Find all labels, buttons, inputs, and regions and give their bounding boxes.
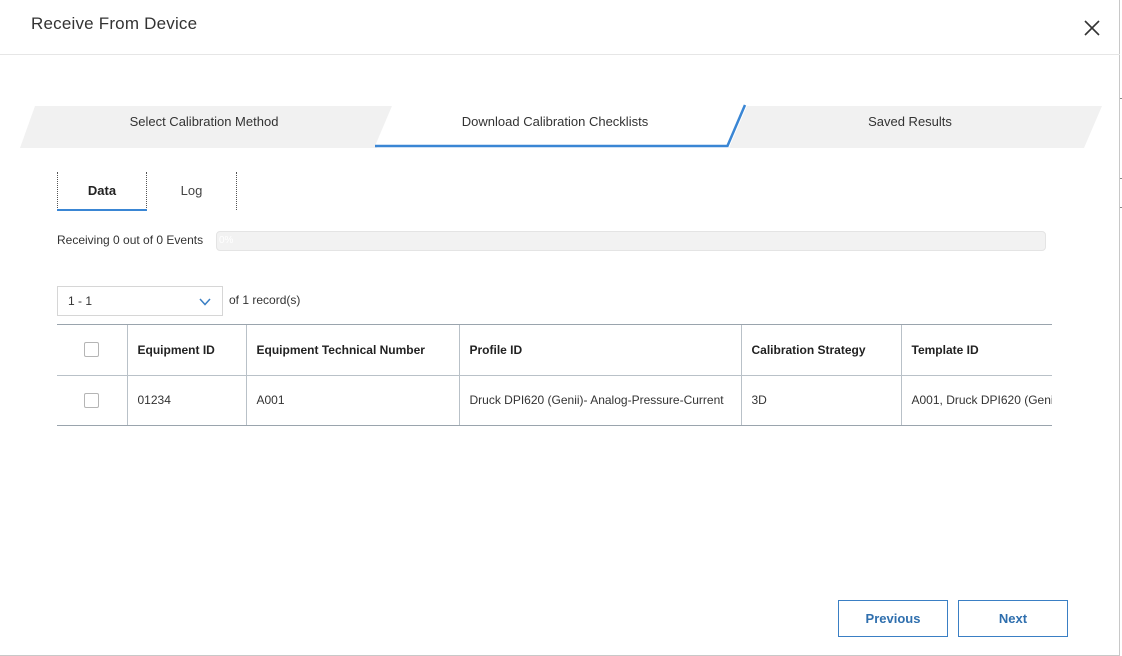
cell-template-id: A001, Druck DPI620 (Genii)- Analog-Press… (901, 375, 1052, 425)
step-select-calibration-method[interactable]: Select Calibration Method (40, 104, 368, 140)
column-header-template-id[interactable]: Template ID (901, 325, 1052, 376)
progress-bar: 0% (216, 231, 1046, 251)
table-row[interactable]: 01234 A001 Druck DPI620 (Genii)- Analog-… (57, 375, 1052, 425)
row-select-cell (57, 375, 128, 425)
cell-equipment-technical-number: A001 (246, 375, 460, 425)
dialog-header: Receive From Device (0, 0, 1120, 55)
column-header-equipment-technical-number[interactable]: Equipment Technical Number (246, 325, 460, 376)
checklist-table: Equipment ID Equipment Technical Number … (57, 325, 1052, 425)
progress-status-text: Receiving 0 out of 0 Events (57, 233, 204, 247)
row-select-checkbox[interactable] (84, 392, 100, 408)
column-header-calibration-strategy[interactable]: Calibration Strategy (741, 325, 902, 376)
record-count-text: of 1 record(s) (229, 293, 301, 307)
column-header-equipment-id[interactable]: Equipment ID (127, 325, 247, 376)
column-header-profile-id[interactable]: Profile ID (459, 325, 742, 376)
cell-profile-id: Druck DPI620 (Genii)- Analog-Pressure-Cu… (459, 375, 742, 425)
step-download-calibration-checklists[interactable]: Download Calibration Checklists (390, 104, 720, 140)
record-range-select[interactable]: 1 - 1 (57, 286, 223, 316)
close-icon (1084, 20, 1100, 36)
chevron-down-icon (199, 298, 211, 306)
receive-from-device-dialog: Receive From Device Select Calibration M… (0, 0, 1120, 656)
dialog-title: Receive From Device (31, 14, 198, 33)
step-saved-results[interactable]: Saved Results (745, 104, 1075, 140)
next-button[interactable]: Next (958, 600, 1068, 637)
cell-equipment-id: 01234 (127, 375, 247, 425)
select-all-checkbox[interactable] (84, 342, 100, 358)
cell-calibration-strategy: 3D (741, 375, 902, 425)
table-header-row: Equipment ID Equipment Technical Number … (57, 325, 1052, 376)
checklist-grid: Equipment ID Equipment Technical Number … (57, 324, 1052, 426)
wizard-steps: Select Calibration Method Download Calib… (20, 104, 1102, 150)
tab-data[interactable]: Data (57, 172, 147, 210)
tab-data-selected-indicator (57, 209, 147, 211)
previous-button[interactable]: Previous (838, 600, 948, 637)
close-button[interactable] (1080, 16, 1104, 40)
select-all-cell (57, 325, 128, 376)
record-range-value: 1 - 1 (68, 294, 93, 308)
tab-log[interactable]: Log (147, 172, 237, 210)
progress-percent-label: 0% (219, 235, 234, 246)
